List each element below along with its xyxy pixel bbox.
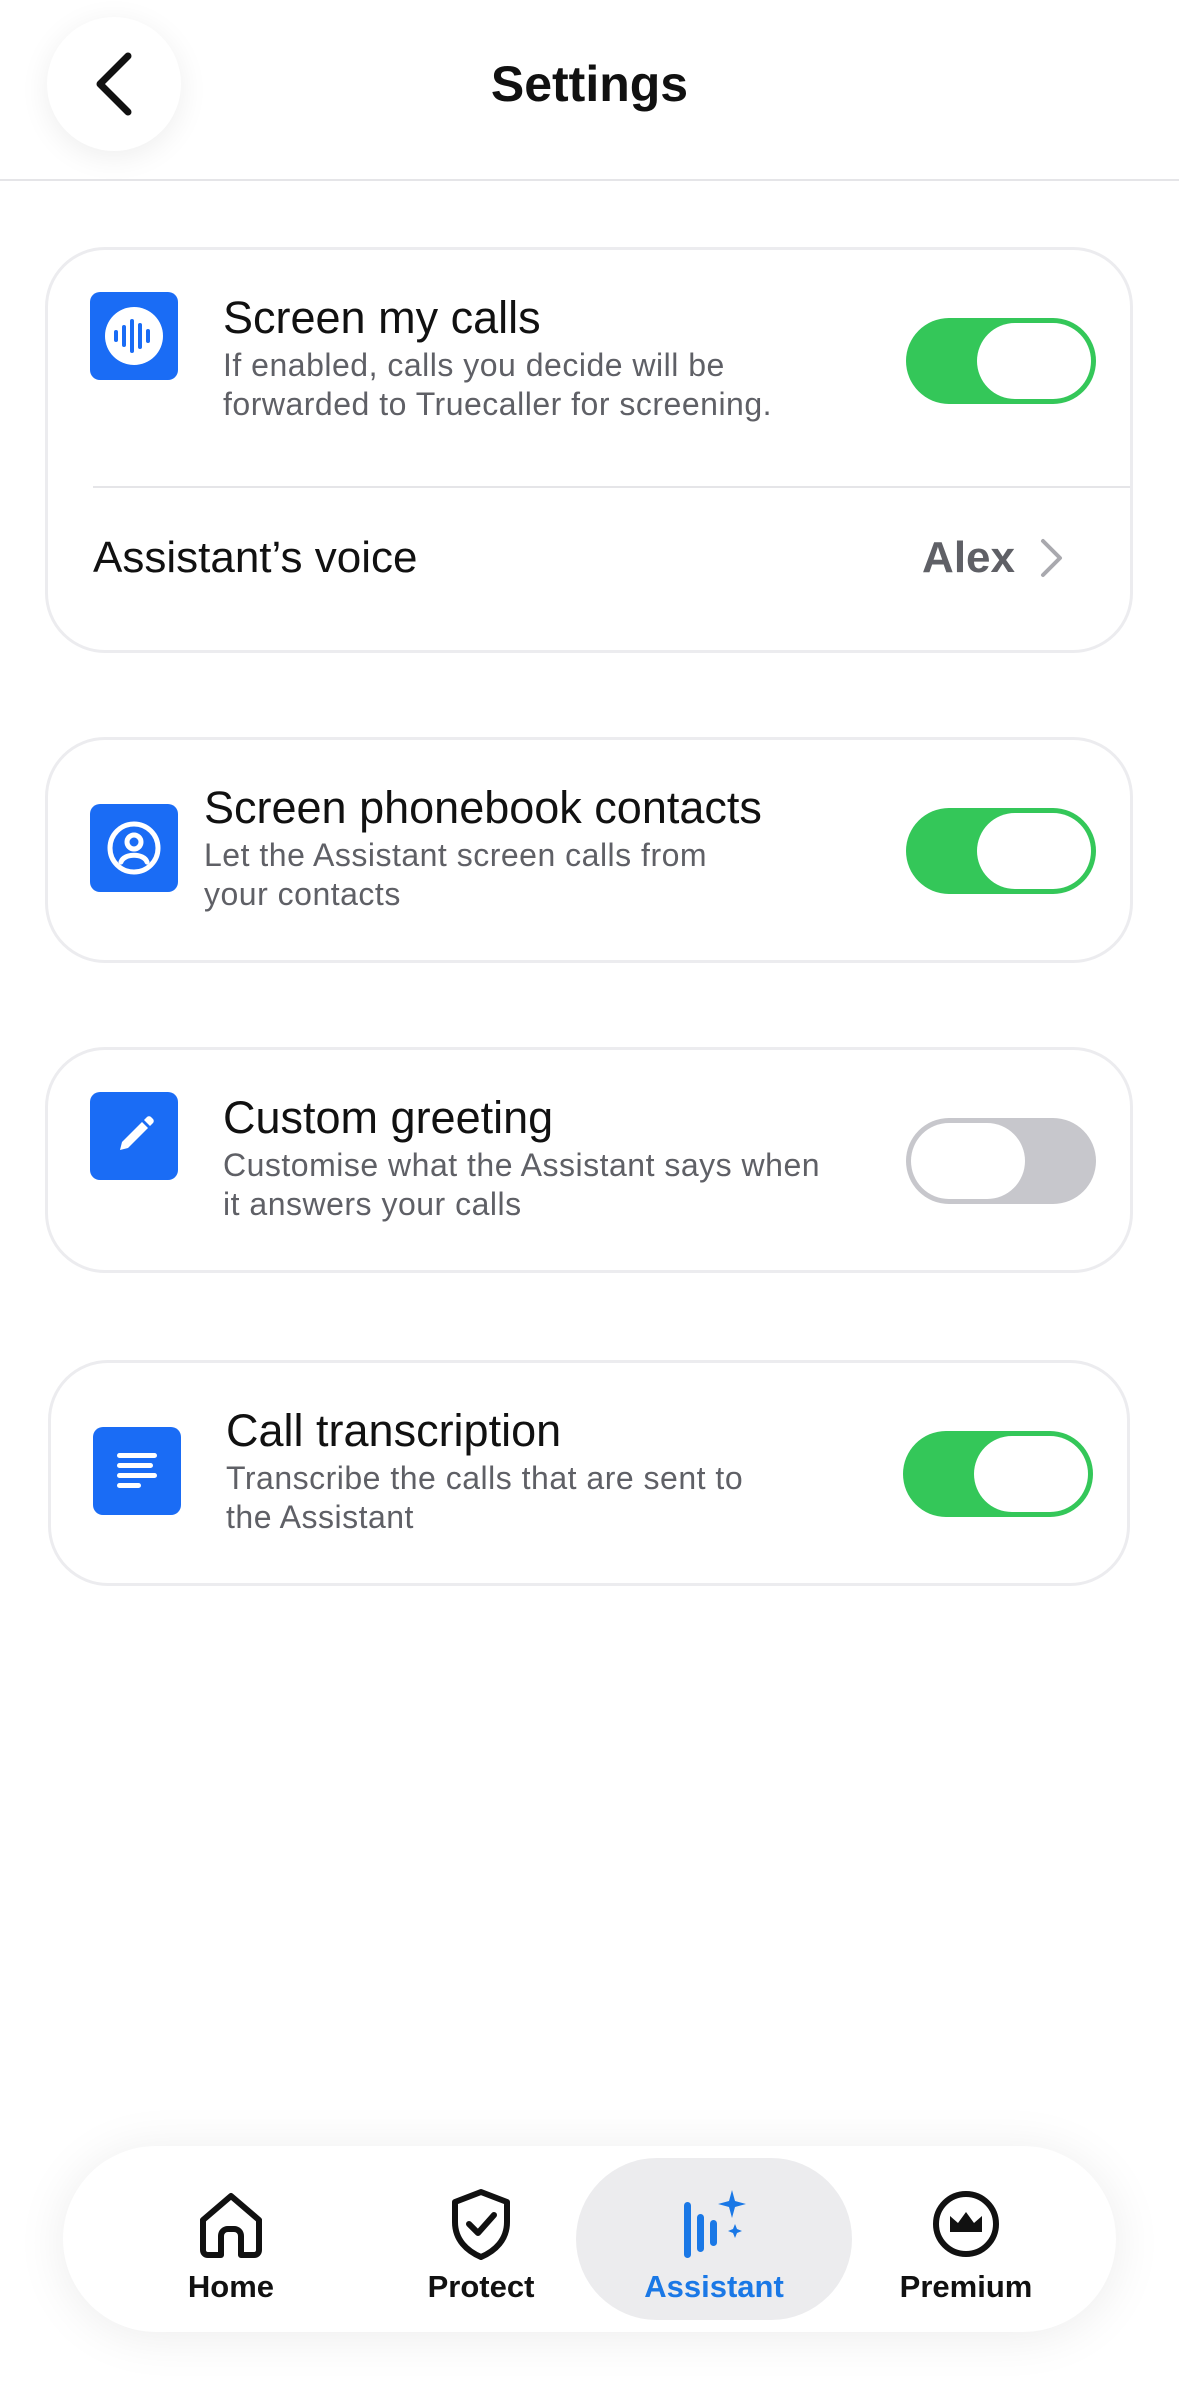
tab-assistant-label: Assistant bbox=[644, 2269, 784, 2304]
transcription-toggle[interactable] bbox=[903, 1431, 1093, 1517]
greeting-description: Customise what the Assistant says when i… bbox=[223, 1147, 821, 1222]
header: Settings bbox=[0, 0, 1179, 181]
contact-icon bbox=[90, 804, 178, 892]
greeting-card: Custom greeting Customise what the Assis… bbox=[45, 1047, 1133, 1273]
assistant-sparkle-icon bbox=[684, 2190, 746, 2258]
tab-home-label: Home bbox=[187, 2269, 275, 2304]
tab-assistant[interactable]: Assistant bbox=[576, 2158, 852, 2320]
assistant-voice-value: Alex bbox=[922, 533, 1015, 582]
divider bbox=[93, 486, 1130, 488]
page-title: Settings bbox=[490, 56, 689, 112]
toggle-knob bbox=[977, 323, 1091, 399]
tab-home[interactable]: Home bbox=[93, 2158, 369, 2320]
toggle-knob bbox=[974, 1436, 1088, 1512]
screen-calls-card: Screen my calls If enabled, calls you de… bbox=[45, 247, 1133, 653]
toggle-knob bbox=[911, 1123, 1025, 1199]
bottom-tab-bar: Home Protect Assistant Premium bbox=[63, 2146, 1116, 2332]
phonebook-description: Let the Assistant screen calls from your… bbox=[204, 837, 708, 912]
tab-premium[interactable]: Premium bbox=[828, 2158, 1104, 2320]
transcription-title: Call transcription bbox=[226, 1405, 562, 1456]
assistant-voice-label: Assistant’s voice bbox=[93, 533, 418, 582]
phonebook-toggle[interactable] bbox=[906, 808, 1096, 894]
document-lines-icon bbox=[93, 1427, 181, 1515]
shield-check-icon bbox=[452, 2189, 510, 2260]
home-icon bbox=[200, 2193, 262, 2258]
greeting-toggle[interactable] bbox=[906, 1118, 1096, 1204]
greeting-title: Custom greeting bbox=[223, 1092, 554, 1143]
chevron-right-icon bbox=[1041, 539, 1062, 577]
pencil-icon bbox=[90, 1092, 178, 1180]
screen-calls-toggle[interactable] bbox=[906, 318, 1096, 404]
toggle-knob bbox=[977, 813, 1091, 889]
tab-premium-label: Premium bbox=[899, 2269, 1033, 2304]
transcription-description: Transcribe the calls that are sent to th… bbox=[226, 1460, 744, 1535]
phonebook-card: Screen phonebook contacts Let the Assist… bbox=[45, 737, 1133, 963]
phonebook-title: Screen phonebook contacts bbox=[204, 782, 762, 833]
screen-calls-description: If enabled, calls you decide will be for… bbox=[223, 347, 773, 422]
transcription-card: Call transcription Transcribe the calls … bbox=[48, 1360, 1130, 1586]
waveform-icon bbox=[90, 292, 178, 380]
crown-icon bbox=[933, 2191, 999, 2257]
screen-calls-title: Screen my calls bbox=[223, 292, 541, 343]
